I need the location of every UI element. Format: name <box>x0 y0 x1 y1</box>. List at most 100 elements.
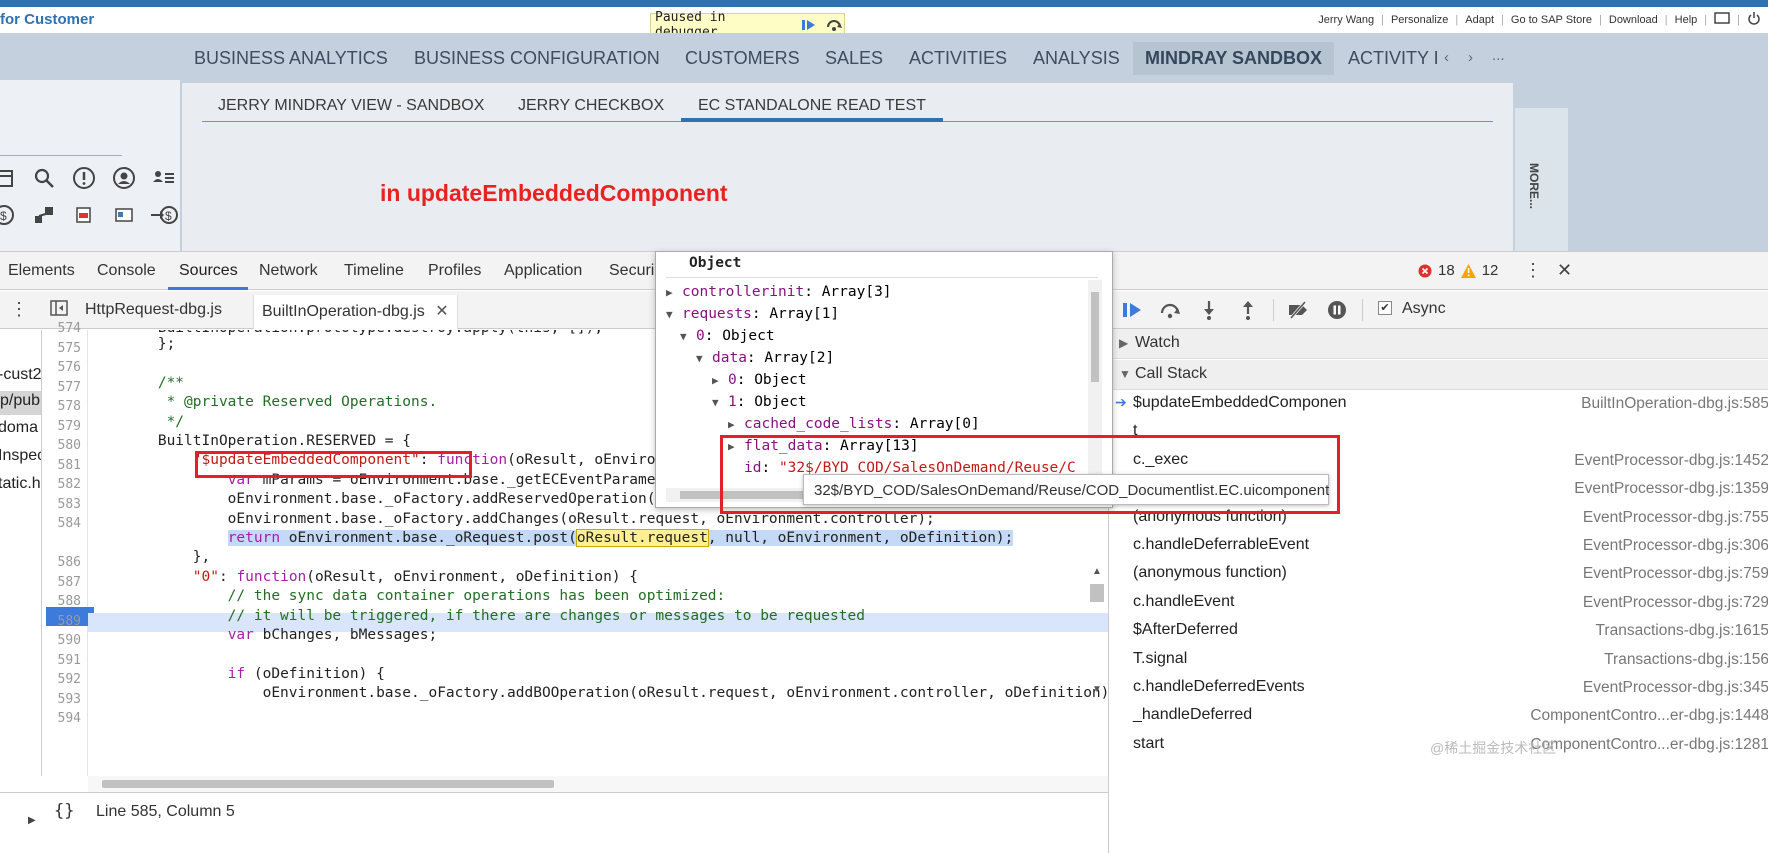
vertical-scroll-thumb[interactable] <box>1090 584 1104 602</box>
nav-customers[interactable]: CUSTOMERS <box>685 48 800 69</box>
header-link-download[interactable]: Download <box>1602 14 1665 26</box>
navigator-item-selected[interactable]: p/pub <box>0 391 41 415</box>
tab-profiles[interactable]: Profiles <box>428 262 481 280</box>
tab-console[interactable]: Console <box>97 262 156 280</box>
currency-icon[interactable]: $ <box>0 201 24 229</box>
line-number[interactable]: 593 <box>58 692 81 707</box>
line-number[interactable]: 581 <box>58 458 81 473</box>
navigator-item[interactable]: -cust2 <box>0 366 41 384</box>
header-link-personalize[interactable]: Personalize <box>1384 14 1455 26</box>
close-tab-icon[interactable]: ✕ <box>435 303 448 320</box>
horizontal-scroll-thumb[interactable] <box>102 780 554 788</box>
step-out-button-icon[interactable] <box>1237 299 1259 321</box>
nav-more-icon[interactable]: ... <box>1492 47 1505 64</box>
call-frame[interactable]: $AfterDeferred Transactions-dbg.js:1615 <box>1109 617 1768 645</box>
async-checkbox[interactable]: ✔ <box>1378 301 1392 315</box>
line-number[interactable]: 594 <box>58 711 81 726</box>
user-list-icon[interactable] <box>144 164 184 192</box>
alert-icon[interactable] <box>64 164 104 192</box>
line-number[interactable]: 588 <box>58 594 81 609</box>
document-icon[interactable] <box>64 201 104 229</box>
prop-row[interactable]: ▼ 1: Object <box>712 392 807 412</box>
close-devtools-icon[interactable]: ✕ <box>1557 260 1572 281</box>
resume-button-icon[interactable] <box>1121 299 1143 321</box>
call-frame[interactable]: _handleDeferred ComponentContro...er-dbg.… <box>1109 702 1768 730</box>
line-number[interactable]: 578 <box>58 399 81 414</box>
nav-prev-icon[interactable]: ‹ <box>1444 49 1449 66</box>
navigator-item[interactable]: doma <box>0 419 38 437</box>
line-number[interactable]: 590 <box>58 633 81 648</box>
tab-network[interactable]: Network <box>259 262 318 280</box>
line-number[interactable]: 579 <box>58 419 81 434</box>
subtab-jerry-checkbox[interactable]: JERRY CHECKBOX <box>518 97 664 115</box>
call-frame[interactable]: ➔ $updateEmbeddedComponen BuiltInOperation… <box>1109 390 1768 418</box>
watch-section-header[interactable]: ▶ Watch <box>1109 329 1768 359</box>
line-number[interactable]: 580 <box>58 438 81 453</box>
navigator-menu-icon[interactable]: ⋮ <box>10 299 28 320</box>
pretty-print-icon[interactable]: {} <box>54 801 74 821</box>
prop-row[interactable]: ▼ requests: Array[1] <box>666 304 839 324</box>
prop-row[interactable]: ▼ 0: Object <box>680 326 775 346</box>
nav-next-icon[interactable]: › <box>1468 49 1473 66</box>
line-number-current[interactable]: 585 <box>58 536 81 551</box>
user-icon[interactable] <box>104 164 144 192</box>
call-frame[interactable]: c.handleDeferrableEvent EventProcessor-db… <box>1109 532 1768 560</box>
nav-analysis[interactable]: ANALYSIS <box>1033 48 1120 69</box>
window-icon[interactable] <box>1707 12 1737 27</box>
navigator-item[interactable]: tatic.h <box>0 475 41 493</box>
line-number[interactable]: 583 <box>58 497 81 512</box>
resume-icon[interactable] <box>799 16 819 34</box>
prop-row[interactable]: ▶ 0: Object <box>712 370 807 390</box>
file-tab-builtinoperation[interactable]: BuiltInOperation-dbg.js ✕ <box>253 295 458 329</box>
line-number[interactable]: 574 <box>58 321 81 336</box>
line-number[interactable]: 589 <box>58 614 81 629</box>
file-tab-httprequest[interactable]: HttpRequest-dbg.js <box>85 301 222 319</box>
callstack-section-header[interactable]: ▼ Call Stack <box>1109 360 1768 390</box>
call-frame[interactable]: c.handleDeferredEvents EventProcessor-dbg… <box>1109 674 1768 702</box>
line-number[interactable]: 592 <box>58 672 81 687</box>
more-label[interactable]: MORE... <box>1527 163 1541 209</box>
step-over-icon[interactable] <box>824 16 844 34</box>
header-link-help[interactable]: Help <box>1668 14 1705 26</box>
step-over-button-icon[interactable] <box>1159 299 1181 321</box>
prop-row[interactable]: ▶ controllerinit: Array[3] <box>666 282 892 302</box>
horizontal-scrollbar[interactable] <box>88 776 1108 792</box>
scroll-up-icon[interactable]: ▲ <box>1092 566 1102 577</box>
tab-application[interactable]: Application <box>504 262 582 280</box>
line-number[interactable]: 584 <box>58 516 81 531</box>
header-link-sap-store[interactable]: Go to SAP Store <box>1504 14 1599 26</box>
nav-activities[interactable]: ACTIVITIES <box>909 48 1007 69</box>
header-link-user[interactable]: Jerry Wang <box>1311 14 1381 26</box>
nav-business-configuration[interactable]: BUSINESS CONFIGURATION <box>414 48 660 69</box>
call-frame[interactable]: T.signal Transactions-dbg.js:156 <box>1109 646 1768 674</box>
line-number[interactable]: 575 <box>58 341 81 356</box>
toggle-navigator-icon[interactable] <box>50 300 68 321</box>
nav-activity[interactable]: ACTIVITY I <box>1348 48 1442 69</box>
kebab-menu-icon[interactable]: ⋮ <box>1524 260 1542 281</box>
call-frame[interactable]: c.handleEvent EventProcessor-dbg.js:729 <box>1109 589 1768 617</box>
expand-icon[interactable]: ▶ <box>28 815 36 826</box>
line-number[interactable]: 577 <box>58 380 81 395</box>
transfer-money-icon[interactable]: $ <box>144 201 184 229</box>
subtab-ec-standalone-read-test[interactable]: EC STANDALONE READ TEST <box>698 97 926 115</box>
tab-elements[interactable]: Elements <box>8 262 75 280</box>
line-number[interactable]: 582 <box>58 477 81 492</box>
navigator-item[interactable]: Inspec <box>0 447 41 465</box>
search-icon[interactable] <box>24 164 64 192</box>
line-number[interactable]: 576 <box>58 360 81 375</box>
deactivate-breakpoints-icon[interactable] <box>1286 299 1308 321</box>
step-into-button-icon[interactable] <box>1198 299 1220 321</box>
error-warning-counter[interactable]: 18 12 <box>1418 262 1498 279</box>
nav-sales[interactable]: SALES <box>825 48 883 69</box>
nav-mindray-sandbox[interactable]: MINDRAY SANDBOX <box>1133 42 1335 75</box>
line-number[interactable]: 587 <box>58 575 81 590</box>
tab-sources[interactable]: Sources <box>179 262 238 280</box>
more-strip[interactable]: MORE... <box>1515 108 1568 251</box>
line-number-gutter[interactable]: 574 575 576 577 578 579 580 581 582 583 584 585 586 5… <box>42 321 94 776</box>
tab-timeline[interactable]: Timeline <box>344 262 404 280</box>
prop-row[interactable]: ▼ data: Array[2] <box>696 348 834 368</box>
calendar-icon[interactable] <box>0 164 24 192</box>
call-frame[interactable]: (anonymous function) EventProcessor-dbg.j… <box>1109 560 1768 588</box>
scroll-down-icon[interactable]: ▼ <box>1092 684 1102 695</box>
nav-business-analytics[interactable]: BUSINESS ANALYTICS <box>194 48 388 69</box>
